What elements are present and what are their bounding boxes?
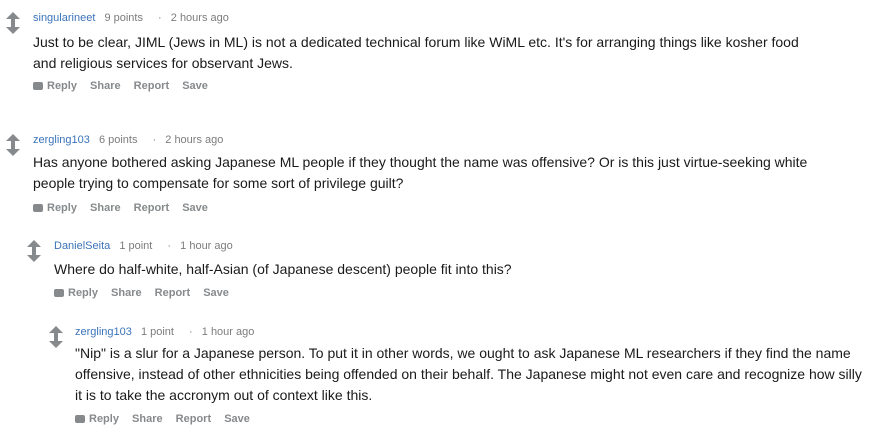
comment-bubble-icon [75,415,85,423]
share-button[interactable]: Share [90,202,121,214]
comment-body: Where do half-white, half-Asian (of Japa… [54,261,512,277]
comment-body: Just to be clear, JIML (Jews in ML) is n… [33,34,799,71]
reply-button[interactable]: Reply [54,287,98,299]
comment-bubble-icon [33,82,43,90]
report-button[interactable]: Report [134,202,169,214]
report-button[interactable]: Report [134,80,169,92]
separator-dot: · [152,134,157,146]
reply-button[interactable]: Reply [33,202,77,214]
comment-time[interactable]: 2 hours ago [171,12,229,24]
save-button[interactable]: Save [182,80,208,92]
upvote-arrow-icon[interactable] [27,240,41,253]
comment-meta: DanielSeita 1 point · 1 hour ago [54,240,233,252]
downvote-arrow-icon[interactable] [49,335,63,348]
comment-actions: Reply Share Report Save [33,80,218,92]
comment-author[interactable]: zergling103 [33,134,90,146]
comment-bubble-icon [33,204,43,212]
comment-author[interactable]: zergling103 [75,326,132,338]
report-button[interactable]: Report [155,287,190,299]
comment-points: 1 point [119,240,153,252]
comment-actions: Reply Share Report Save [54,287,239,299]
vote-controls [48,326,64,348]
save-button[interactable]: Save [203,287,229,299]
share-button[interactable]: Share [132,413,163,425]
comment-author[interactable]: singularineet [33,12,95,24]
comment-meta: zergling103 1 point · 1 hour ago [75,326,254,338]
upvote-arrow-icon[interactable] [6,134,20,147]
comment-points: 1 point [140,326,174,338]
upvote-arrow-icon[interactable] [49,326,63,339]
comment-points: 6 points [98,134,138,146]
comment-meta: singularineet 9 points · 2 hours ago [33,12,229,24]
comment-time[interactable]: 2 hours ago [165,134,223,146]
downvote-arrow-icon[interactable] [6,21,20,34]
reply-button[interactable]: Reply [75,413,119,425]
comment-body: "Nip" is a slur for a Japanese person. T… [75,345,862,403]
comment-bubble-icon [54,289,64,297]
reply-button[interactable]: Reply [33,80,77,92]
comment-actions: Reply Share Report Save [33,202,218,214]
vote-controls [5,134,21,156]
downvote-arrow-icon[interactable] [6,143,20,156]
save-button[interactable]: Save [224,413,250,425]
share-button[interactable]: Share [90,80,121,92]
downvote-arrow-icon[interactable] [27,249,41,262]
comment-body: Has anyone bothered asking Japanese ML p… [33,154,808,191]
comment-time[interactable]: 1 hour ago [202,326,255,338]
report-button[interactable]: Report [176,413,211,425]
share-button[interactable]: Share [111,287,142,299]
save-button[interactable]: Save [182,202,208,214]
vote-controls [26,240,42,262]
comment-author[interactable]: DanielSeita [54,240,110,252]
upvote-arrow-icon[interactable] [6,12,20,25]
comment-time[interactable]: 1 hour ago [180,240,233,252]
comment-meta: zergling103 6 points · 2 hours ago [33,134,223,146]
separator-dot: · [167,240,172,252]
comment-actions: Reply Share Report Save [75,413,260,425]
vote-controls [5,12,21,34]
separator-dot: · [189,326,193,338]
separator-dot: · [158,12,162,24]
comment-points: 9 points [104,12,143,24]
